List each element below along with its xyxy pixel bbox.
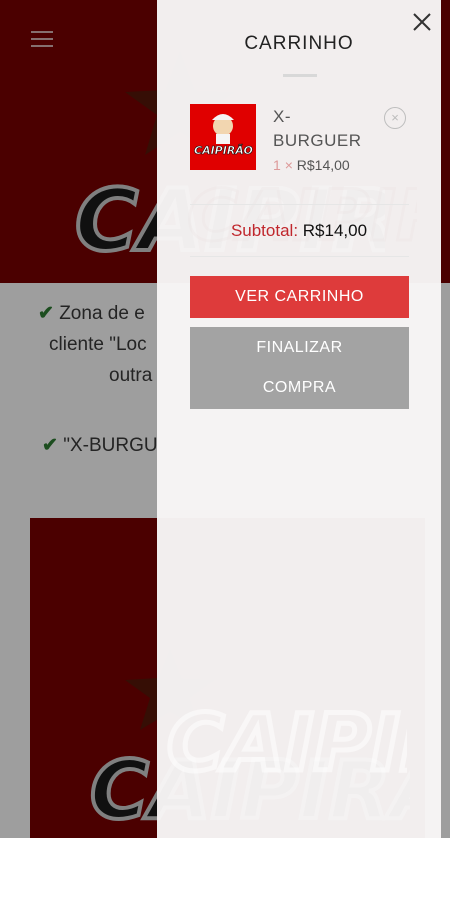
drawer-watermark-bottom: CAIPIRÃO <box>167 695 407 792</box>
svg-text:CAIPIRÃO: CAIPIRÃO <box>187 175 417 257</box>
item-name[interactable]: X- BURGUER <box>273 105 373 153</box>
remove-item-icon[interactable]: × <box>384 107 406 129</box>
view-cart-button[interactable]: VER CARRINHO <box>190 276 409 318</box>
cart-title: CARRINHO <box>244 33 354 54</box>
divider <box>190 204 409 205</box>
subtotal-value: R$14,00 <box>302 221 368 240</box>
page-footer-space <box>0 838 450 900</box>
title-divider <box>283 74 317 77</box>
subtotal-row: Subtotal: R$14,00 <box>157 221 441 241</box>
checkout-label-line-2[interactable]: COMPRA <box>263 368 336 408</box>
subtotal-label: Subtotal: <box>230 221 299 240</box>
divider <box>190 256 409 257</box>
close-icon[interactable] <box>411 11 433 33</box>
svg-text:CAIPIRÃO: CAIPIRÃO <box>167 697 407 789</box>
item-name-line-1[interactable]: X- <box>273 105 373 129</box>
item-logo-image: CAIPIRÃO <box>194 114 253 157</box>
item-price: R$14,00 <box>296 157 350 173</box>
item-logo-text: CAIPIRÃO <box>194 144 253 157</box>
multiply-sign: × <box>284 157 293 173</box>
item-quantity-price: 1 × R$14,00 <box>273 157 350 173</box>
item-quantity: 1 <box>273 157 281 173</box>
checkout-label-line-1[interactable]: FINALIZAR <box>256 328 342 368</box>
item-name-line-2[interactable]: BURGUER <box>273 129 373 153</box>
checkout-button[interactable]: FINALIZAR COMPRA <box>190 327 409 409</box>
item-thumbnail[interactable]: CAIPIRÃO <box>190 104 256 170</box>
